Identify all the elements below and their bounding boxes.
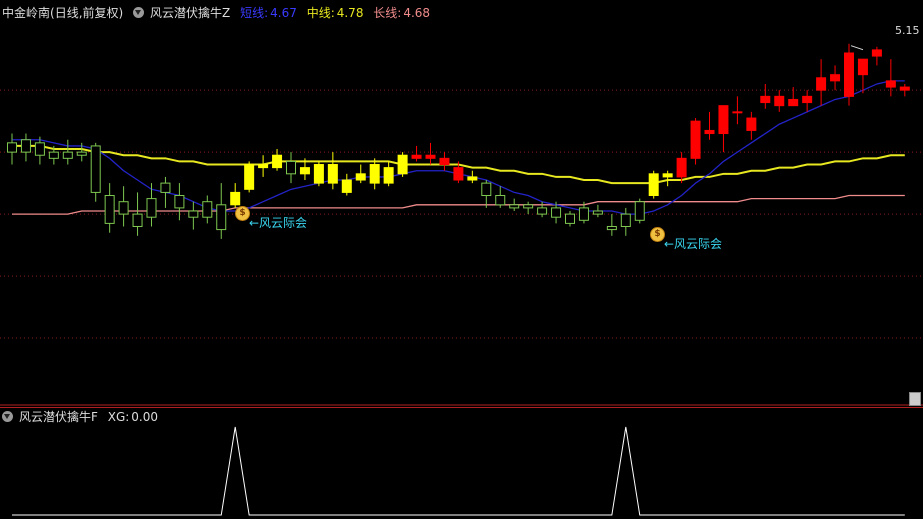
candle-body: [20, 139, 31, 153]
candle-body: [565, 213, 575, 224]
candlestick-chart[interactable]: [0, 0, 923, 406]
candle-body: [760, 95, 771, 104]
candle-body: [453, 167, 464, 181]
sub-indicator-name: 风云潜伏擒牛F: [19, 410, 98, 424]
candle-body: [816, 77, 827, 91]
short-line-value: 4.67: [270, 6, 297, 20]
mid-line-label: 中线:: [306, 6, 335, 20]
candle-body: [481, 182, 492, 197]
candle-body: [7, 142, 17, 153]
xg-line: [12, 426, 905, 516]
candle-body: [272, 154, 283, 169]
scroll-handle[interactable]: [909, 392, 921, 406]
candle-body: [871, 49, 882, 57]
candle-body: [857, 58, 868, 76]
sub-chart-panel[interactable]: 风云潜伏擒牛F XG: 0.00: [0, 407, 923, 516]
candle-body: [885, 80, 896, 88]
candle-body: [258, 164, 269, 169]
candle-body: [146, 198, 157, 218]
candle-body: [132, 213, 143, 227]
xg-label: XG:: [107, 410, 130, 424]
candle-body: [467, 176, 478, 181]
candle-body: [830, 74, 841, 82]
long-line: [12, 194, 905, 215]
candle-body: [244, 164, 255, 190]
signal-annotation-2: ←风云际会: [664, 237, 723, 251]
candle-body: [634, 201, 645, 221]
candle-body: [425, 154, 436, 159]
main-header: 中金岭南(日线,前复权) 风云潜伏擒牛Z 短线: 4.67 中线: 4.78 长线:…: [2, 5, 436, 21]
long-line-value: 4.68: [403, 6, 431, 20]
candle-body: [592, 210, 603, 215]
candle-body: [411, 154, 422, 159]
candle-body: [174, 195, 185, 209]
candle-body: [523, 204, 534, 209]
candle-body: [899, 86, 910, 91]
candle-body: [34, 142, 45, 156]
main-chart-panel[interactable]: 中金岭南(日线,前复权) 风云潜伏擒牛Z 短线: 4.67 中线: 4.78 长线:…: [0, 0, 923, 406]
money-bag-icon: $: [650, 227, 665, 242]
candle-body: [397, 154, 408, 175]
candle-body: [104, 195, 115, 224]
candle-body: [90, 145, 101, 193]
candle-body: [662, 173, 673, 178]
candle-body: [676, 157, 687, 178]
candle-body: [299, 167, 310, 175]
candle-body: [774, 95, 785, 107]
max-price-marker: [850, 45, 864, 51]
period-label: (日线,前复权): [50, 6, 124, 20]
mid-line-value: 4.78: [336, 6, 364, 20]
candle-body: [230, 191, 241, 206]
candle-body: [746, 117, 757, 131]
candle-body: [844, 52, 854, 97]
candle-body: [495, 195, 506, 206]
candle-body: [578, 207, 589, 221]
candle-body: [118, 201, 129, 215]
candle-body: [620, 213, 631, 227]
candle-body: [369, 164, 380, 184]
candle-body: [327, 164, 338, 184]
candle-body: [788, 98, 799, 107]
candle-body: [509, 204, 520, 209]
candle-body: [286, 160, 296, 175]
candle-body: [690, 120, 701, 159]
candle-body: [76, 151, 87, 156]
candle-body: [439, 157, 450, 166]
candle-body: [62, 151, 73, 159]
candle-body: [355, 173, 366, 181]
candle-body: [648, 173, 659, 197]
stock-name: 中金岭南: [2, 6, 51, 20]
candle-body: [202, 201, 213, 218]
candle-body: [313, 164, 324, 184]
candle-body: [341, 179, 352, 193]
candle-body: [188, 210, 199, 218]
candle-body: [537, 207, 548, 215]
candle-body: [606, 225, 617, 231]
indicator-menu-icon[interactable]: [133, 7, 145, 18]
indicator-name: 风云潜伏擒牛Z: [150, 6, 231, 20]
money-bag-icon: $: [235, 206, 250, 221]
candle-body: [48, 151, 59, 159]
indicator-menu-icon[interactable]: [2, 411, 13, 422]
xg-value: 0.00: [131, 410, 159, 424]
short-line: [12, 80, 905, 215]
candle-body: [704, 129, 715, 135]
candle-body: [551, 207, 562, 218]
candle-body: [383, 167, 394, 184]
long-line-label: 长线:: [373, 6, 402, 20]
sub-header: 风云潜伏擒牛F XG: 0.00: [2, 409, 164, 425]
candle-body: [160, 182, 171, 193]
candle-body: [216, 204, 227, 231]
candle-body: [718, 105, 729, 135]
candle-body: [732, 111, 743, 114]
candle-body: [802, 95, 813, 104]
max-price-label: 5.15: [895, 24, 920, 37]
signal-annotation-1: ←风云际会: [249, 216, 308, 230]
short-line-label: 短线:: [240, 6, 269, 20]
